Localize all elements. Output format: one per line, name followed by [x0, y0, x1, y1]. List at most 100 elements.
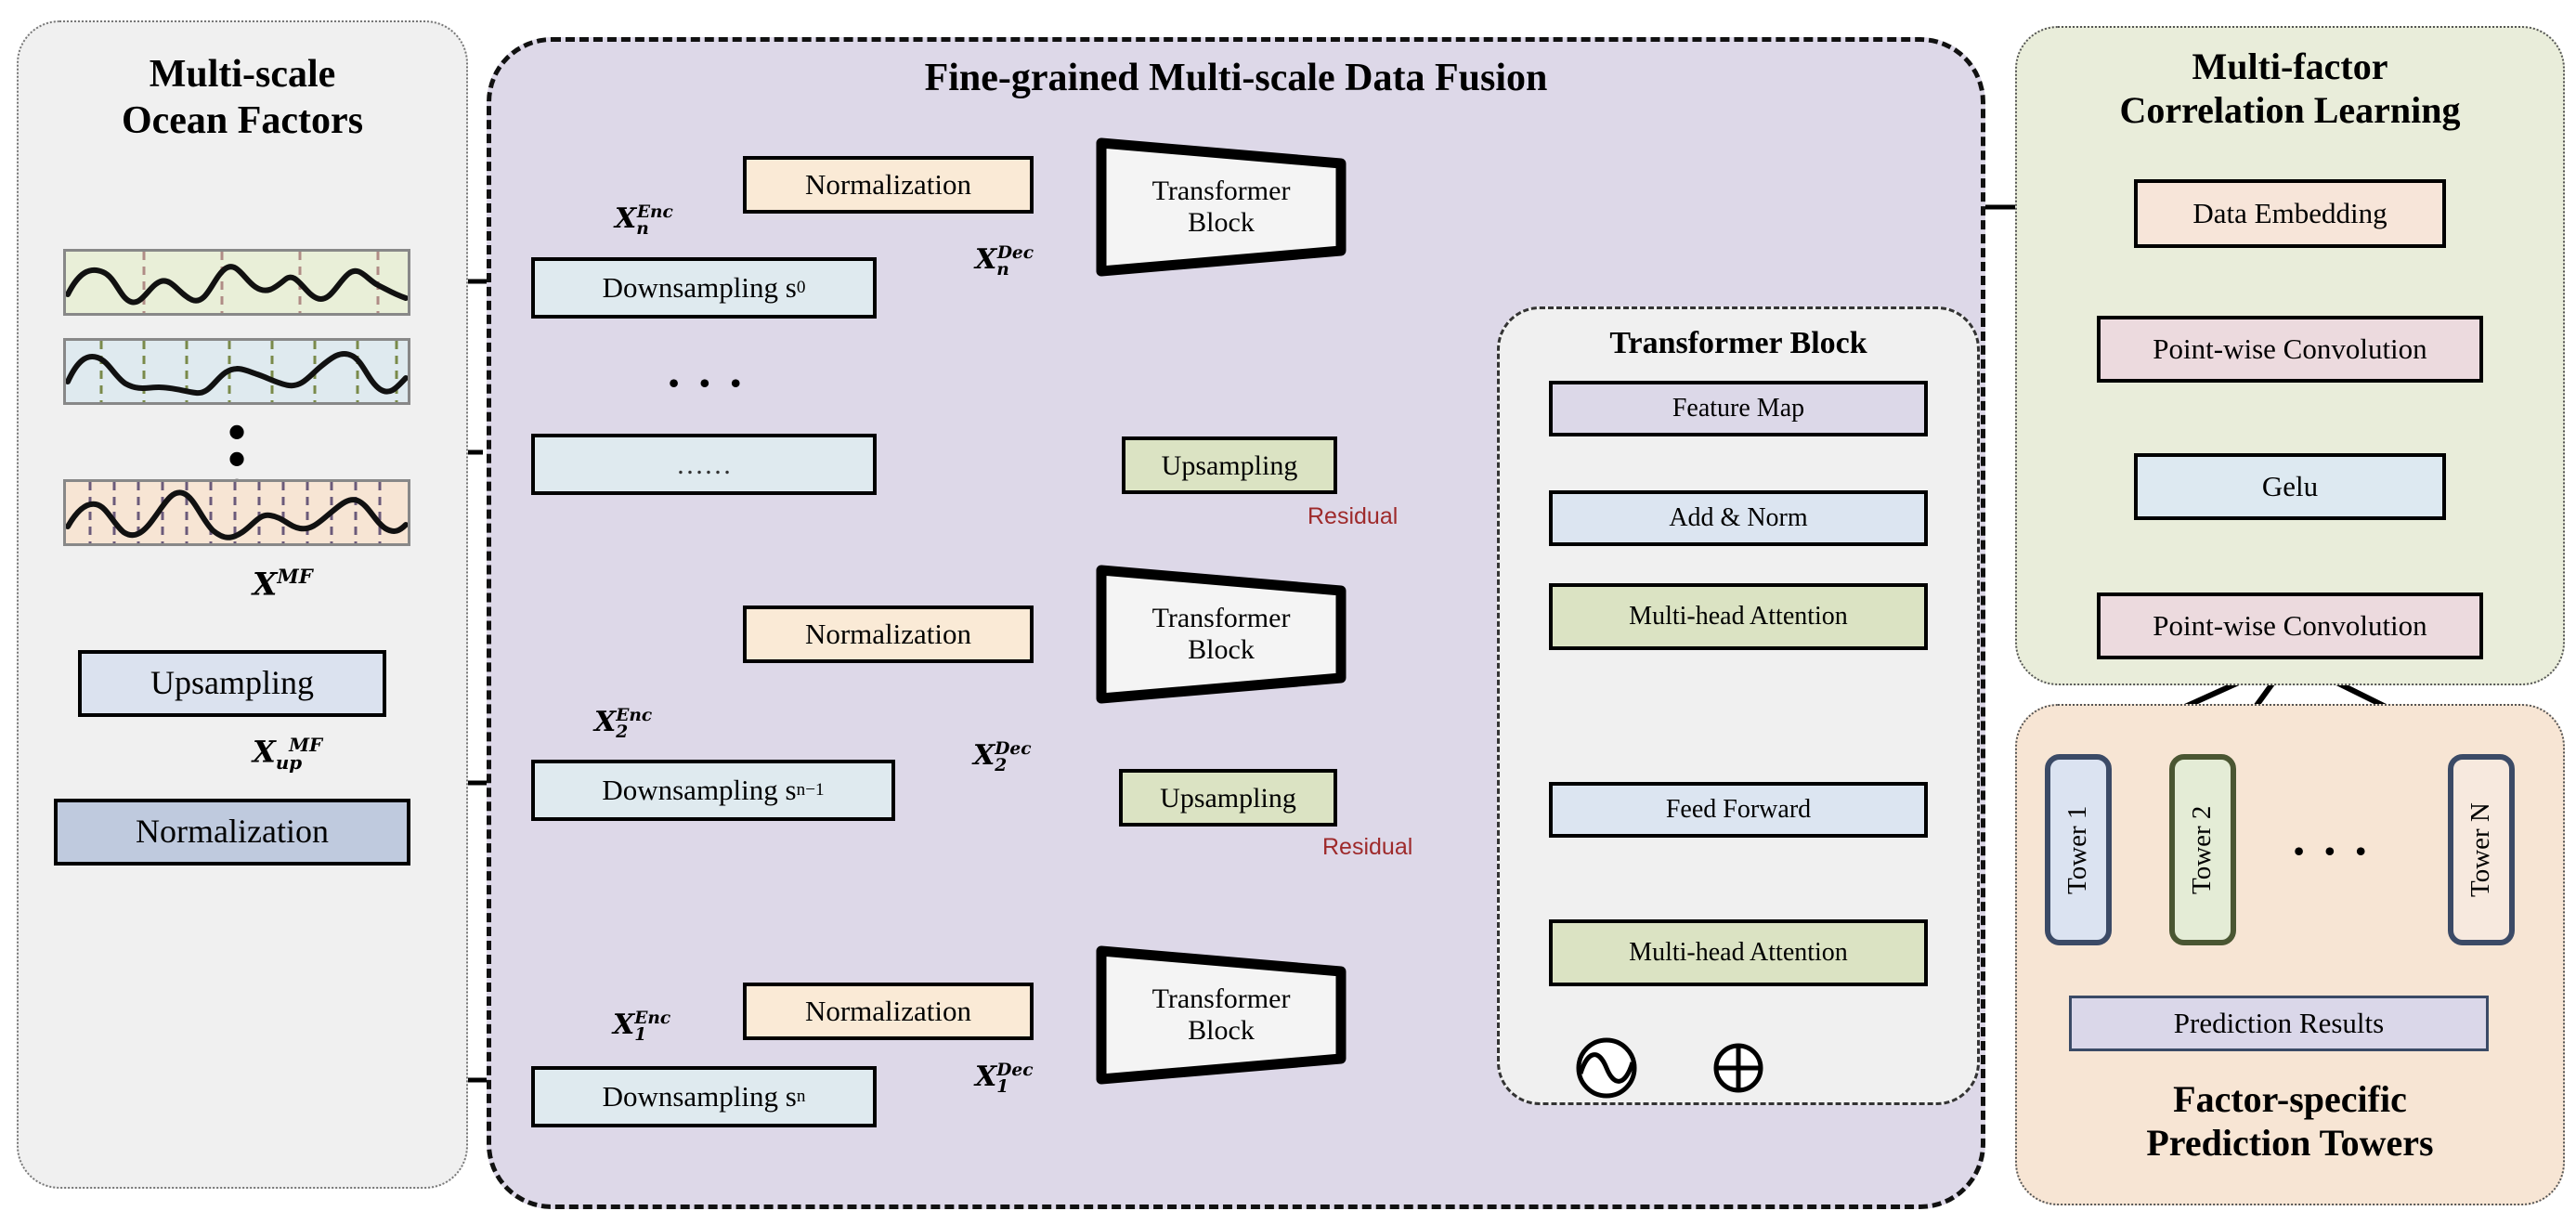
transformer-row4-line2: Block [1188, 1015, 1255, 1046]
xmf-base: X [253, 566, 278, 604]
gelu-label: Gelu [2261, 469, 2319, 502]
sine-wave-icon [1575, 1036, 1638, 1100]
tower-n-block[interactable]: Tower N [2448, 754, 2515, 945]
tower-n-label: Tower N [2465, 802, 2496, 897]
mha-top-label: Multi-head Attention [1629, 601, 1848, 631]
x2-dec-sup: Dec [995, 739, 1032, 759]
feed-forward-label: Feed Forward [1665, 794, 1812, 824]
towers-ellipsis-text: • • • [2294, 834, 2373, 867]
add-norm-label: Add & Norm [1669, 502, 1808, 532]
transformer-block-trapezoid-row3[interactable]: Transformer Block [1096, 565, 1347, 704]
multi-head-attention-block-bottom[interactable]: Multi-head Attention [1549, 919, 1928, 986]
ocean-factor-wave-2 [63, 338, 410, 405]
upsampling-row2-label: Upsampling [1161, 449, 1298, 481]
left-upsampling-block[interactable]: Upsampling [78, 650, 386, 717]
downsampling-sn1-label: Downsampling s [602, 773, 797, 806]
tower-2-label: Tower 2 [2187, 805, 2218, 894]
left-title-line1: Multi-scale [149, 53, 336, 96]
downsampling-s0-label: Downsampling s [602, 270, 797, 304]
tower-title-line2: Prediction Towers [2146, 1122, 2434, 1165]
prediction-results-block[interactable]: Prediction Results [2069, 996, 2489, 1051]
label-x1-enc: X1Enc [613, 1009, 670, 1045]
label-xn-enc: XnEnc [615, 202, 673, 239]
downsampling-sn-label: Downsampling s [602, 1079, 797, 1113]
x1-enc-base: X [613, 1009, 635, 1041]
downsampling-block-sn1[interactable]: Downsampling s n−1 [531, 760, 895, 821]
x1-dec-sup: Dec [996, 1061, 1034, 1080]
x2-enc-base: X [594, 706, 617, 738]
transformer-row4-line1: Transformer [1151, 983, 1291, 1015]
multi-scale-ocean-factors-panel [17, 20, 468, 1189]
correlation-panel-title: Multi-factor Correlation Learning [2015, 45, 2565, 132]
label-x-up-mf: XupMF [253, 734, 322, 774]
pwc2-label: Point-wise Convolution [2153, 608, 2427, 642]
corr-title-line1: Multi-factor [2192, 46, 2388, 87]
xup-sup: MF [289, 734, 323, 756]
point-wise-convolution-block-2[interactable]: Point-wise Convolution [2097, 592, 2483, 659]
center-rows-ellipsis: • • • [669, 366, 748, 400]
xmf-sup: MF [277, 565, 313, 588]
xn-dec-base: X [975, 243, 997, 276]
feature-map-block[interactable]: Feature Map [1549, 381, 1928, 436]
add-norm-block[interactable]: Add & Norm [1549, 490, 1928, 546]
left-panel-title: Multi-scale Ocean Factors [17, 52, 468, 144]
residual-label-row3: Residual [1322, 834, 1412, 861]
upsampling-block-row3[interactable]: Upsampling [1119, 769, 1337, 827]
multi-head-attention-block-top[interactable]: Multi-head Attention [1549, 583, 1928, 650]
transformer-block-trapezoid-row4[interactable]: Transformer Block [1096, 945, 1347, 1085]
tower-1-block[interactable]: Tower 1 [2045, 754, 2112, 945]
downsampling-block-placeholder[interactable]: …… [531, 434, 877, 495]
circled-plus-icon [1712, 1042, 1764, 1094]
transformer-detail-title: Transformer Block [1497, 325, 1980, 362]
transformer-row3-line1: Transformer [1151, 603, 1291, 634]
transformer-detail-title-text: Transformer Block [1609, 326, 1867, 360]
xn-enc-sup: Enc [636, 202, 673, 222]
x1-enc-sub: 1 [634, 1025, 647, 1045]
transformer-block-trapezoid-row1[interactable]: Transformer Block [1096, 137, 1347, 277]
mha-bottom-label: Multi-head Attention [1629, 937, 1848, 967]
data-embedding-label: Data Embedding [2192, 196, 2387, 229]
residual-row2-text: Residual [1308, 503, 1399, 529]
label-x2-dec: X2Dec [973, 739, 1032, 775]
tower-2-block[interactable]: Tower 2 [2169, 754, 2236, 945]
transformer-row3-line2: Block [1188, 634, 1255, 665]
upsampling-block-row2[interactable]: Upsampling [1122, 436, 1337, 494]
residual-label-row2: Residual [1308, 503, 1398, 530]
xn-enc-sub: n [636, 219, 649, 239]
x2-dec-base: X [973, 739, 995, 772]
center-title-text: Fine-grained Multi-scale Data Fusion [924, 57, 1548, 99]
label-x2-enc: X2Enc [594, 706, 652, 742]
gelu-block[interactable]: Gelu [2134, 453, 2446, 520]
residual-row3-text: Residual [1322, 834, 1413, 860]
left-normalization-block[interactable]: Normalization [54, 799, 410, 866]
normalization-row1-label: Normalization [804, 167, 972, 201]
normalization-block-row4[interactable]: Normalization [743, 983, 1034, 1040]
label-x-mf: XMF [253, 565, 313, 603]
placeholder-row-label: …… [676, 449, 732, 480]
normalization-row4-label: Normalization [804, 994, 972, 1027]
downsampling-sn1-sup: n−1 [796, 780, 825, 801]
pwc1-label: Point-wise Convolution [2153, 332, 2427, 365]
feed-forward-block[interactable]: Feed Forward [1549, 782, 1928, 838]
left-upsampling-label: Upsampling [150, 664, 314, 702]
normalization-block-row1[interactable]: Normalization [743, 156, 1034, 214]
prediction-results-label: Prediction Results [2173, 1006, 2385, 1039]
x2-enc-sup: Enc [616, 706, 653, 725]
architecture-diagram: Multi-scale Ocean Factors ••• [0, 0, 2576, 1224]
downsampling-s0-sup: 0 [796, 278, 806, 298]
center-ellipsis-text: • • • [669, 366, 748, 399]
data-embedding-block[interactable]: Data Embedding [2134, 179, 2446, 248]
tower-panel-title: Factor-specific Prediction Towers [2015, 1077, 2565, 1165]
ocean-factor-wave-1 [63, 249, 410, 316]
xn-enc-base: X [615, 202, 637, 235]
normalization-block-row3[interactable]: Normalization [743, 605, 1034, 663]
downsampling-block-s0[interactable]: Downsampling s0 [531, 257, 877, 319]
downsampling-block-sn[interactable]: Downsampling sn [531, 1066, 877, 1127]
transformer-row1-line1: Transformer [1151, 176, 1291, 207]
xup-base: X [253, 734, 276, 770]
point-wise-convolution-block-1[interactable]: Point-wise Convolution [2097, 316, 2483, 383]
label-x1-dec: X1Dec [975, 1061, 1034, 1097]
center-panel-title: Fine-grained Multi-scale Data Fusion [487, 56, 1985, 102]
x2-dec-sub: 2 [995, 756, 1008, 775]
feature-map-label: Feature Map [1672, 393, 1805, 423]
